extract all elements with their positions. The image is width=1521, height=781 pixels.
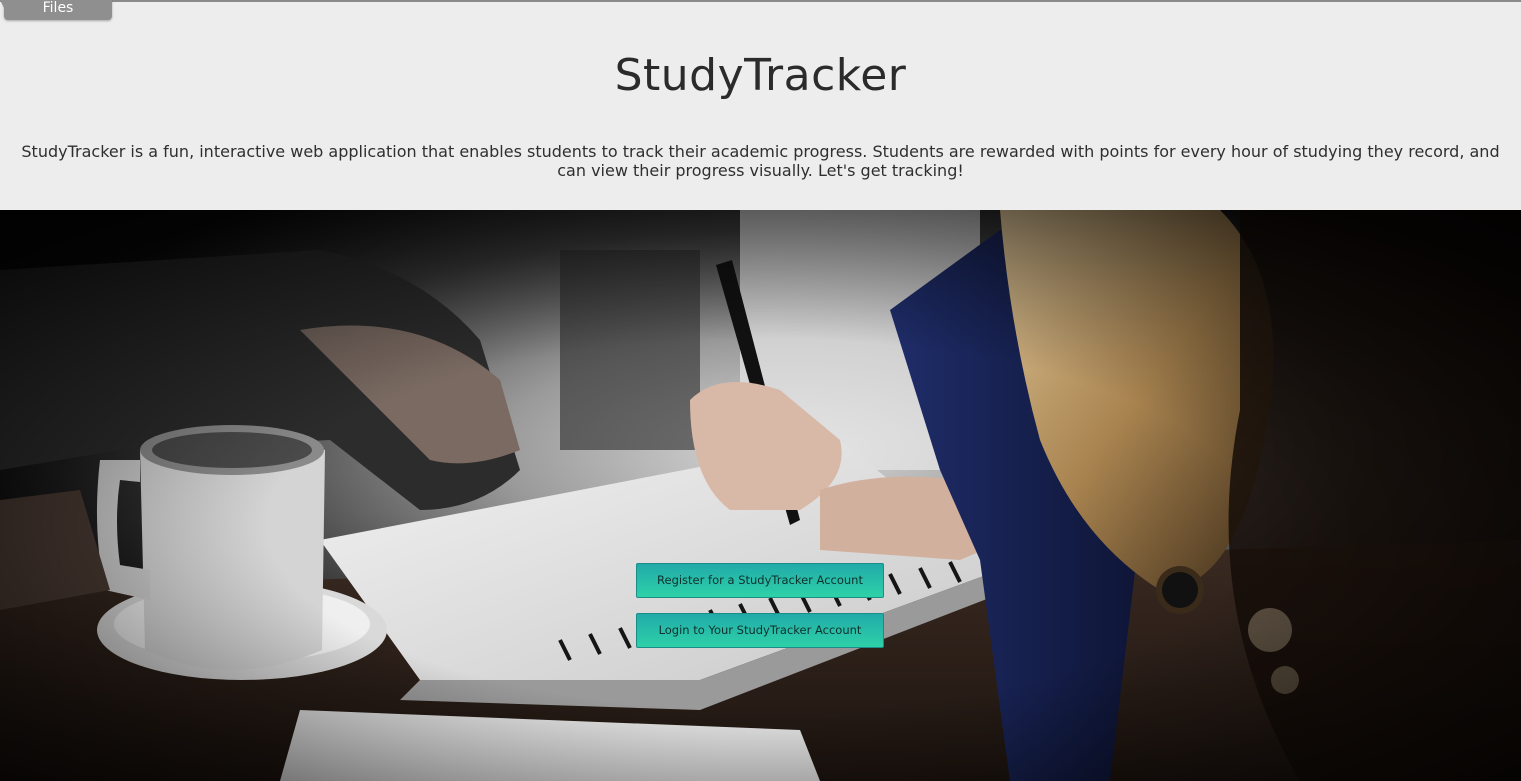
app-description: StudyTracker is a fun, interactive web a… (21, 142, 1500, 180)
login-button[interactable]: Login to Your StudyTracker Account (636, 613, 884, 648)
files-tab-corner (0, 0, 4, 8)
files-tab[interactable]: Files (0, 0, 112, 20)
page-title: StudyTracker (614, 50, 907, 101)
page-header: StudyTracker StudyTracker is a fun, inte… (0, 2, 1521, 210)
register-button[interactable]: Register for a StudyTracker Account (636, 563, 884, 598)
hero-image (0, 210, 1521, 781)
files-tab-label: Files (42, 0, 74, 16)
hero-photo-illustration (0, 210, 1521, 781)
